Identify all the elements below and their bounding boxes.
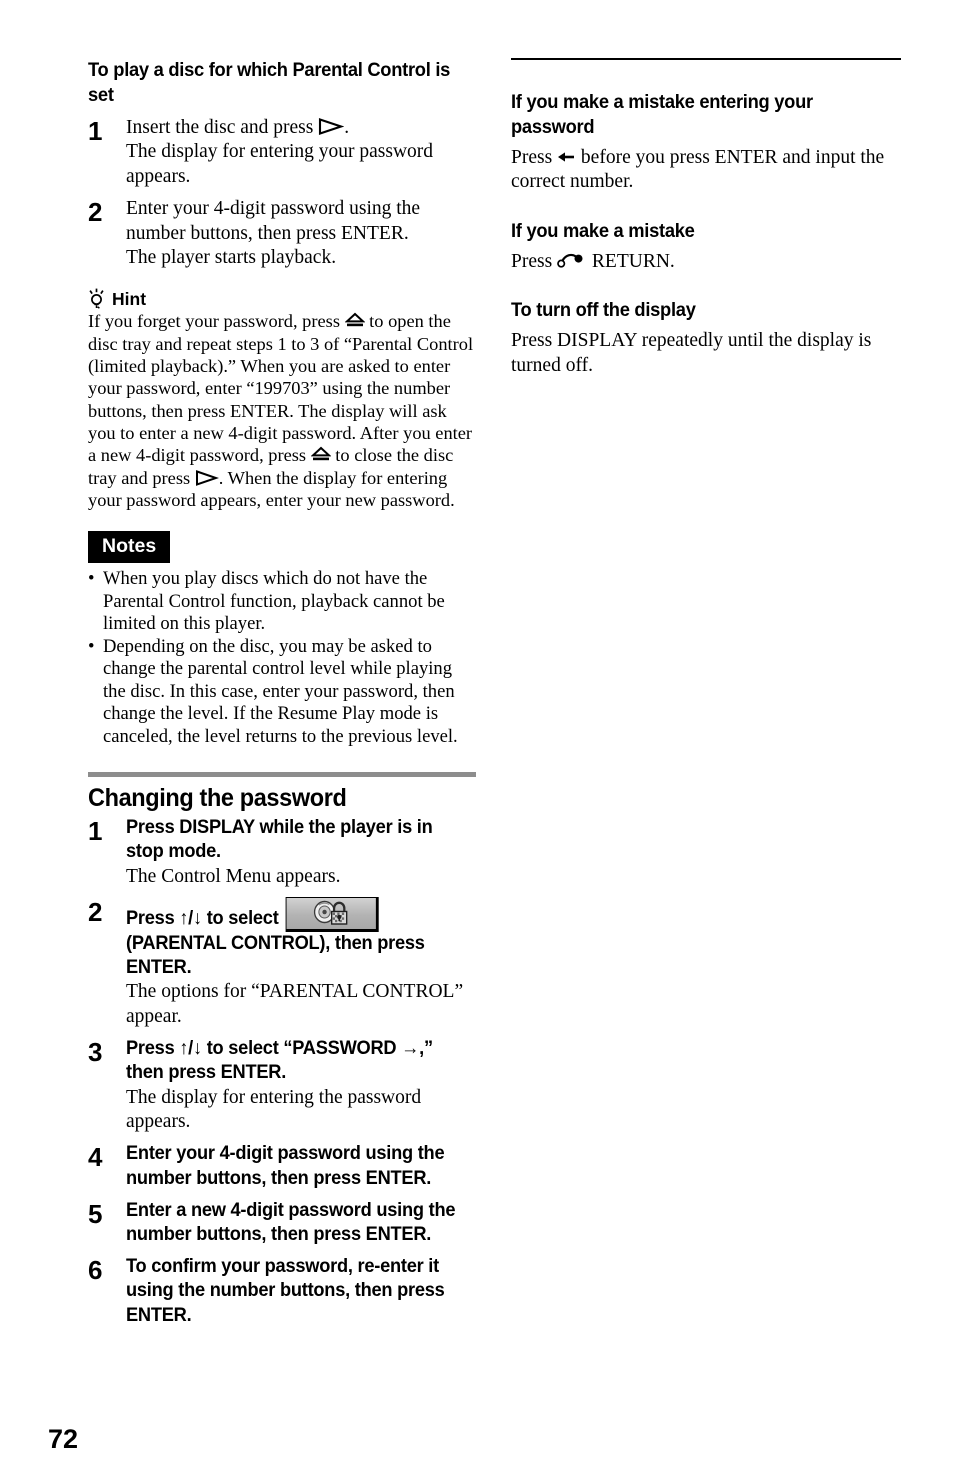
step-body: Enter your 4-digit password using the nu… [126, 197, 476, 270]
step-note: The options for “PARENTAL CONTROL” appea… [126, 981, 464, 1027]
section-mistake: If you make a mistake Press RETURN. [511, 219, 901, 274]
note-text: When you play discs which do not have th… [103, 568, 445, 635]
step-play-1: 1 Insert the disc and press . The displa… [88, 116, 476, 189]
body-post: RETURN. [587, 250, 675, 272]
body-pre: Press [511, 250, 558, 272]
notes-block: Notes • When you play discs which do not… [88, 511, 476, 748]
step-body: Enter your 4-digit password using the nu… [126, 1142, 476, 1190]
right-column: If you make a mistake entering your pass… [511, 58, 901, 378]
step-body: Insert the disc and press . The display … [126, 116, 476, 189]
step-number: 2 [88, 197, 103, 228]
step-number: 4 [88, 1142, 103, 1173]
step-text-part: Insert the disc and press [126, 117, 319, 138]
play-triangle-icon [318, 117, 345, 138]
section-turn-off-display: To turn off the display Press DISPLAY re… [511, 298, 901, 378]
section-divider-rule [88, 772, 476, 778]
step-text-post: (PARENTAL CONTROL), then press ENTER. [126, 932, 425, 979]
step-number: 1 [88, 116, 103, 146]
step-change-4: 4 Enter your 4-digit password using the … [88, 1142, 476, 1190]
step-text: To confirm your password, re-enter it us… [126, 1256, 445, 1326]
step-play-2: 2 Enter your 4-digit password using the … [88, 197, 476, 270]
section-body: Press RETURN. [511, 250, 901, 274]
eject-icon [344, 311, 366, 331]
section-changing-password: Changing the password 1 Press DISPLAY wh… [88, 772, 476, 1328]
heading-play-disc-parental-control: To play a disc for which Parental Contro… [88, 59, 451, 106]
section-heading-changing-password: Changing the password [88, 784, 347, 813]
bullet-icon: • [88, 635, 95, 657]
step-body: Press ↑/↓ to select “PASSWORD →,” then p… [126, 1037, 476, 1134]
step-change-6: 6 To confirm your password, re-enter it … [88, 1255, 476, 1328]
hint-label: Hint [112, 288, 147, 309]
manual-page: To play a disc for which Parental Contro… [0, 0, 954, 1483]
step-number: 5 [88, 1198, 103, 1229]
step-text: Press DISPLAY while the player is in sto… [126, 817, 433, 863]
step-body: Enter a new 4-digit password using the n… [126, 1199, 476, 1247]
step-note: The Control Menu appears. [126, 865, 341, 887]
bullet-icon: • [88, 568, 95, 590]
parental-control-icon [285, 896, 379, 932]
step-change-5: 5 Enter a new 4-digit password using the… [88, 1199, 476, 1247]
step-number: 6 [88, 1255, 103, 1286]
note-item: • When you play discs which do not have … [88, 568, 476, 636]
step-text-pre: Press ↑/↓ to select [126, 907, 284, 929]
lightbulb-icon [88, 288, 105, 310]
note-text: Depending on the disc, you may be asked … [103, 635, 458, 747]
step-text-part-2: . [344, 117, 350, 138]
play-triangle-icon-2 [195, 468, 219, 488]
step-body: To confirm your password, re-enter it us… [126, 1255, 476, 1328]
step-text: Enter your 4-digit password using the nu… [126, 198, 421, 244]
section-heading: To turn off the display [511, 299, 696, 322]
page-number: 72 [48, 1424, 79, 1454]
left-arrow-icon [557, 147, 576, 168]
section-heading: If you make a mistake [511, 219, 695, 242]
hint-text-1: If you forget your password, press [88, 311, 345, 332]
notes-badge: Notes [88, 531, 171, 564]
step-text: Insert the disc and press . [126, 116, 476, 140]
step-change-1: 1 Press DISPLAY while the player is in s… [88, 816, 476, 889]
section-mistake-entering-password: If you make a mistake entering your pass… [511, 90, 901, 195]
hint-text: If you forget your password, press to op… [88, 310, 476, 511]
step-body: Press DISPLAY while the player is in sto… [126, 816, 476, 889]
step-text: Enter a new 4-digit password using the n… [126, 1199, 456, 1245]
section-body: Press before you press ENTER and input t… [511, 146, 901, 195]
o-return-icon [557, 251, 587, 272]
body-pre: Press [511, 147, 558, 168]
step-number: 2 [88, 896, 103, 927]
section-heading: If you make a mistake entering your pass… [511, 91, 813, 138]
step-text: Press ↑/↓ to select [126, 896, 459, 932]
note-item: • Depending on the disc, you may be aske… [88, 636, 476, 749]
step-text: Press ↑/↓ to select “PASSWORD →,” then p… [126, 1038, 433, 1084]
hint-text-2: to open the disc tray and repeat steps 1… [88, 311, 474, 466]
step-number: 1 [88, 816, 103, 847]
step-note: The display for entering your password a… [126, 141, 434, 187]
step-change-2: 2 Press ↑/↓ to select (PARENTAL CONTROL)… [88, 896, 476, 1029]
hint-header: Hint [88, 288, 476, 310]
section-body: Press DISPLAY repeatedly until the displ… [511, 330, 872, 376]
step-note: The display for entering the password ap… [126, 1086, 422, 1132]
left-column: To play a disc for which Parental Contro… [88, 58, 476, 1328]
eject-icon-2 [310, 445, 332, 465]
column-top-rule [511, 58, 901, 60]
step-number: 3 [88, 1037, 103, 1068]
step-body: Press ↑/↓ to select (PARENTAL CONTROL), … [126, 896, 476, 1029]
step-change-3: 3 Press ↑/↓ to select “PASSWORD →,” then… [88, 1037, 476, 1134]
step-text: Enter your 4-digit password using the nu… [126, 1143, 445, 1189]
step-note: The player starts playback. [126, 247, 337, 269]
